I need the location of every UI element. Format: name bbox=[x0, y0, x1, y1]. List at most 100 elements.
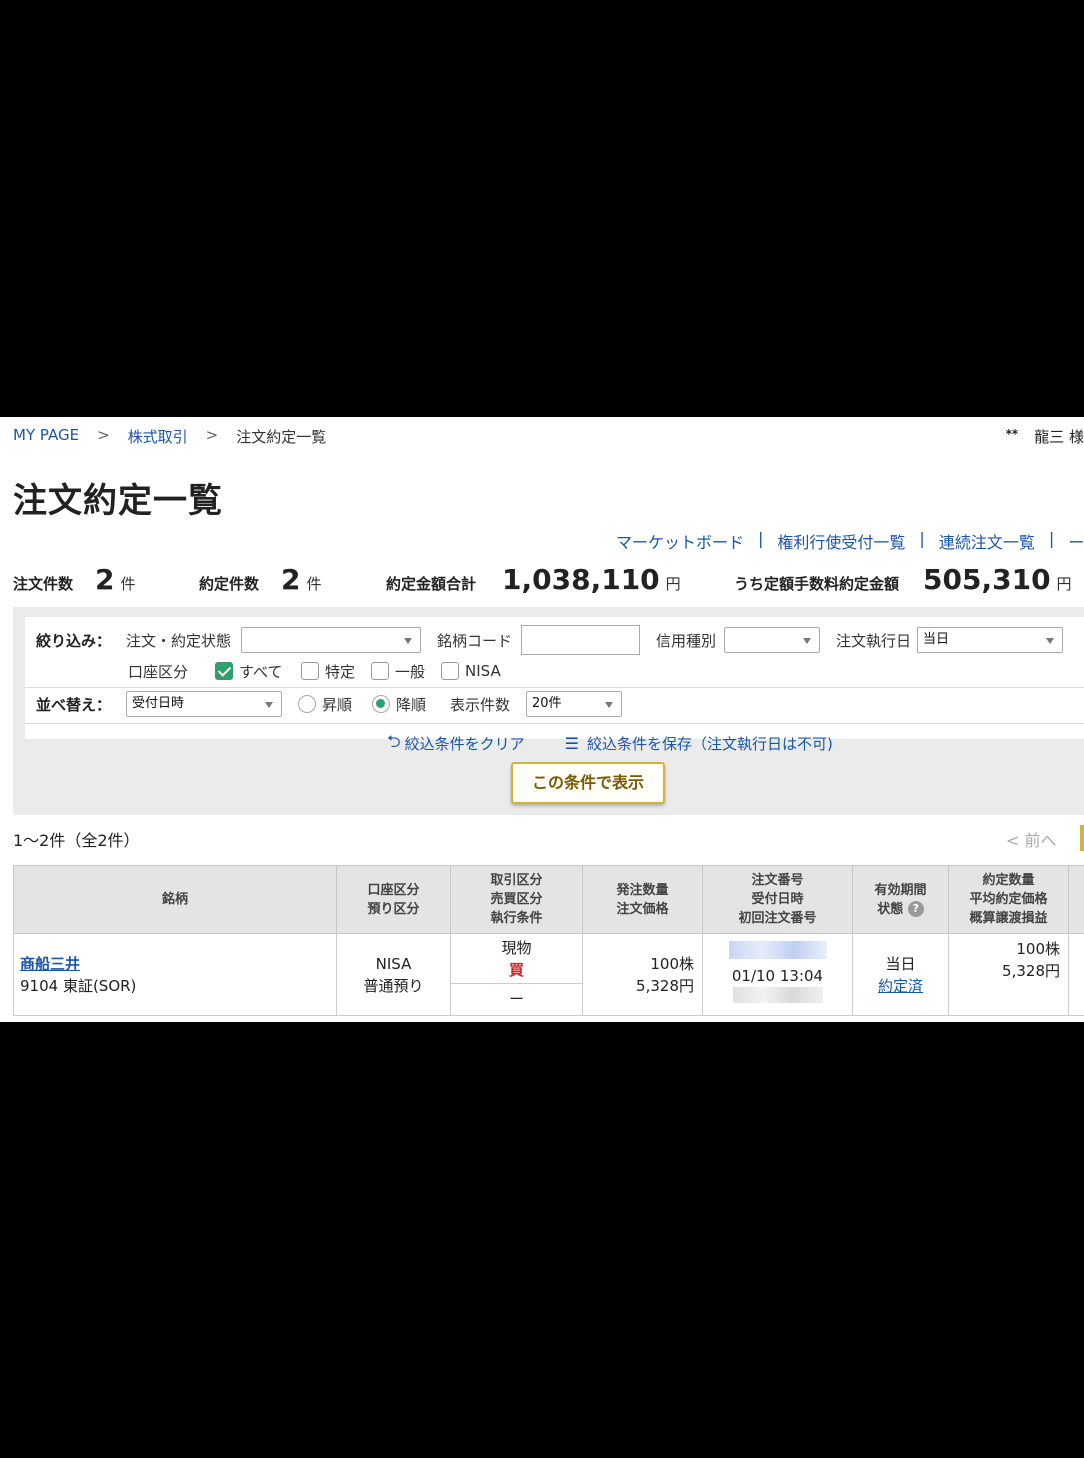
date-select[interactable]: 当日 bbox=[917, 627, 1063, 653]
list-icon: ☰ bbox=[564, 734, 579, 753]
cell-account: NISA 普通預り bbox=[336, 933, 451, 1016]
clear-filter-link[interactable]: 絞込条件をクリア bbox=[405, 733, 525, 754]
account-ippan-checkbox[interactable] bbox=[371, 662, 389, 680]
header-text: 売買区分 bbox=[490, 892, 543, 907]
divider bbox=[25, 687, 1084, 688]
orders-count: 注文件数 2 件 bbox=[13, 563, 136, 596]
code-label: 銘柄コード bbox=[437, 631, 513, 650]
header-text: 執行条件 bbox=[490, 911, 543, 926]
per-page-label: 表示件数 bbox=[450, 695, 511, 714]
fixed-label: うち定額手数料約定金額 bbox=[734, 575, 900, 593]
cell-filled: 100株 5,328円 bbox=[948, 933, 1069, 1016]
header-text: 預り区分 bbox=[367, 901, 420, 917]
user-info: ** 龍三 様 bbox=[1006, 426, 1084, 447]
trade-type: 現物 bbox=[501, 939, 532, 957]
filled-qty: 100株 bbox=[1016, 940, 1060, 958]
header-text: 平均約定価格 bbox=[969, 892, 1048, 907]
stock-name-link[interactable]: 商船三井 bbox=[20, 955, 80, 973]
next-page-edge[interactable] bbox=[1080, 825, 1084, 851]
sort-row: 並べ替え： 受付日時 昇順 降順 表示件数 20件 bbox=[25, 691, 1084, 717]
breadcrumb-separator: > bbox=[205, 426, 219, 444]
filter-form: 絞り込み： 注文・約定状態 銘柄コード 信用種別 注文執行日 当日 口座区分 す… bbox=[25, 617, 1084, 753]
account-all-checkbox[interactable] bbox=[215, 662, 233, 680]
account-ippan-label: 一般 bbox=[395, 662, 426, 681]
breadcrumb-separator: > bbox=[97, 426, 110, 444]
sort-asc-label: 昇順 bbox=[322, 695, 353, 714]
filter-row-1: 絞り込み： 注文・約定状態 銘柄コード 信用種別 注文執行日 当日 bbox=[25, 625, 1084, 655]
header-trade: 取引区分売買区分執行条件 bbox=[450, 865, 583, 934]
chevron-down-icon bbox=[803, 638, 811, 644]
header-text: 注文番号 bbox=[751, 873, 804, 888]
fills-unit: 件 bbox=[306, 575, 322, 593]
cell-stock: 商船三井 9104 東証(SOR) bbox=[13, 933, 337, 1016]
prev-page-link[interactable]: < 前へ bbox=[1006, 827, 1057, 851]
breadcrumb-stock-trading[interactable]: 株式取引 bbox=[128, 426, 188, 447]
breadcrumb-home[interactable]: MY PAGE bbox=[13, 426, 79, 447]
divider bbox=[25, 723, 1084, 724]
summary-bar: 注文件数 2 件 約定件数 2 件 約定金額合計 1,038,110 円 うち定… bbox=[13, 563, 1084, 599]
account-tokutei-checkbox[interactable] bbox=[301, 662, 319, 680]
rights-exercise-link[interactable]: 権利行使受付一覧 bbox=[777, 529, 905, 553]
validity: 当日 bbox=[885, 954, 916, 973]
account-nisa-checkbox[interactable] bbox=[441, 662, 459, 680]
cell-validity: 当日 約定済 bbox=[852, 933, 949, 1016]
sort-asc-radio[interactable] bbox=[298, 695, 316, 713]
link-divider: | bbox=[1048, 529, 1055, 548]
save-filter-link[interactable]: 絞込条件を保存（注文執行日は不可) bbox=[587, 733, 833, 754]
order-price: 5,328円 bbox=[636, 976, 694, 995]
code-input[interactable] bbox=[521, 625, 640, 655]
credit-label: 信用種別 bbox=[656, 631, 717, 650]
header-text: 取引区分 bbox=[490, 873, 543, 888]
total-unit: 円 bbox=[665, 575, 681, 593]
orders-table: 銘柄 口座区分 預り区分 取引区分 売買区分 執行条件 発注数量 注文価格 注文番号 受付… bbox=[13, 865, 1084, 1016]
app-screen: MY PAGE > 株式取引 > 注文約定一覧 ** 龍三 様 注文約定一覧 マ… bbox=[0, 417, 1084, 1022]
sort-desc-label: 降順 bbox=[396, 695, 427, 714]
cell-order-number: 01/10 13:04 bbox=[702, 933, 853, 1016]
more-link[interactable]: ー bbox=[1068, 529, 1084, 553]
chevron-down-icon bbox=[404, 638, 412, 644]
chevron-down-icon bbox=[1046, 638, 1054, 644]
page-title: 注文約定一覧 bbox=[13, 481, 223, 521]
help-icon[interactable]: ? bbox=[907, 901, 924, 917]
header-text: 発注数量 bbox=[616, 882, 669, 898]
status-select[interactable] bbox=[241, 627, 421, 653]
header-text: 銘柄 bbox=[161, 892, 188, 907]
sort-desc-radio[interactable] bbox=[372, 695, 390, 713]
filter-label: 絞り込み： bbox=[36, 631, 112, 650]
order-qty: 100株 bbox=[650, 954, 694, 973]
header-order-number: 注文番号 受付日時 初回注文番号 bbox=[702, 865, 853, 934]
show-button[interactable]: この条件で表示 bbox=[511, 762, 665, 804]
account-tokutei-label: 特定 bbox=[325, 662, 356, 681]
received-at: 01/10 13:04 bbox=[731, 966, 824, 985]
sort-field-select[interactable]: 受付日時 bbox=[126, 691, 282, 717]
header-qty: 発注数量 注文価格 bbox=[582, 865, 703, 934]
credit-select[interactable] bbox=[724, 627, 820, 653]
header-extra bbox=[1068, 865, 1084, 934]
fills-label: 約定件数 bbox=[199, 575, 260, 593]
breadcrumb: MY PAGE > 株式取引 > 注文約定一覧 bbox=[13, 426, 326, 447]
header-filled: 約定数量 平均約定価格 概算譲渡損益 bbox=[948, 865, 1069, 934]
user-stars: ** bbox=[1005, 427, 1019, 441]
header-text: 約定数量 bbox=[982, 873, 1035, 888]
header-text: 注文価格 bbox=[616, 901, 669, 917]
chevron-down-icon bbox=[265, 702, 273, 708]
top-links: マーケットボード | 権利行使受付一覧 | 連続注文一覧 | ー bbox=[616, 529, 1084, 553]
deposit-type: 普通預り bbox=[363, 976, 424, 995]
link-divider: | bbox=[919, 529, 925, 548]
per-page-select[interactable]: 20件 bbox=[526, 691, 622, 717]
breadcrumb-current: 注文約定一覧 bbox=[236, 428, 327, 446]
header-validity: 有効期間 状態 ? bbox=[852, 865, 949, 934]
market-board-link[interactable]: マーケットボード bbox=[616, 529, 744, 553]
account-label: 口座区分 bbox=[128, 662, 189, 681]
sort-label: 並べ替え： bbox=[36, 695, 112, 714]
header-text: 初回注文番号 bbox=[738, 911, 817, 926]
fixed-value: 505,310 bbox=[923, 563, 1051, 596]
status-link[interactable]: 約定済 bbox=[878, 977, 923, 995]
link-divider: | bbox=[758, 529, 764, 548]
undo-icon: ⮌ bbox=[387, 732, 401, 752]
account-all-label: すべて bbox=[239, 662, 283, 681]
avg-price: 5,328円 bbox=[1002, 962, 1060, 980]
continuous-order-link[interactable]: 連続注文一覧 bbox=[939, 529, 1035, 553]
account-nisa-label: NISA bbox=[465, 662, 501, 680]
stock-code: 9104 東証(SOR) bbox=[20, 976, 137, 995]
